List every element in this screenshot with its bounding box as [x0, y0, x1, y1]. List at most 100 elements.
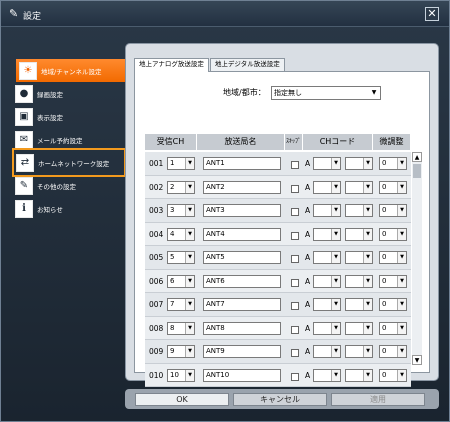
- fine-tune-select[interactable]: 0 ▼: [379, 298, 407, 311]
- vertical-scrollbar[interactable]: ▲ ▼: [412, 152, 422, 365]
- skip-checkbox[interactable]: [291, 184, 299, 193]
- ch-code-select-2[interactable]: ▼: [345, 180, 373, 194]
- receive-ch-select[interactable]: 6 ▼: [167, 274, 195, 288]
- receive-ch-select[interactable]: 5 ▼: [167, 251, 195, 264]
- ch-code-select-1[interactable]: ▼: [313, 298, 341, 311]
- ch-code-select-2[interactable]: ▼: [345, 157, 373, 170]
- chevron-down-icon: ▼: [363, 228, 372, 240]
- col-header-ch-code: CHコード: [303, 134, 373, 150]
- fine-tune-select[interactable]: 0 ▼: [379, 321, 407, 335]
- sidebar-item-other[interactable]: ✎ その他の設定: [15, 174, 115, 197]
- chevron-down-icon: ▼: [331, 252, 340, 263]
- receive-ch-select[interactable]: 7 ▼: [167, 298, 195, 311]
- station-name-input[interactable]: ANT9: [203, 345, 281, 358]
- tab-analog[interactable]: 地上アナログ放送設定: [134, 58, 209, 72]
- ch-code-prefix: A: [305, 347, 311, 356]
- ch-code-select-1[interactable]: ▼: [313, 345, 341, 358]
- fine-tune-select[interactable]: 0 ▼: [379, 251, 407, 264]
- tab-digital[interactable]: 地上デジタル放送設定: [209, 58, 285, 71]
- fine-tune-value: 0: [382, 159, 387, 167]
- receive-ch-select[interactable]: 10 ▼: [167, 368, 195, 382]
- fine-tune-select[interactable]: 0 ▼: [379, 157, 407, 170]
- chevron-down-icon: ▼: [397, 228, 406, 240]
- receive-ch-value: 4: [170, 229, 175, 238]
- region-select[interactable]: 指定無し ▼: [271, 86, 381, 100]
- sidebar-item-home-network[interactable]: ⇄ ホームネットワーク設定: [12, 148, 126, 177]
- fine-tune-select[interactable]: 0 ▼: [379, 345, 407, 358]
- close-button[interactable]: ✕: [425, 7, 439, 21]
- ch-code-select-1[interactable]: ▼: [313, 180, 341, 194]
- station-name-input[interactable]: ANT10: [203, 368, 281, 382]
- sidebar-item-notice[interactable]: i お知らせ: [15, 197, 115, 220]
- receive-ch-select[interactable]: 8 ▼: [167, 321, 195, 335]
- ch-code-select-2[interactable]: ▼: [345, 298, 373, 311]
- antenna-icon: ☀: [19, 61, 37, 80]
- skip-checkbox[interactable]: [291, 255, 299, 263]
- ch-code-select-2[interactable]: ▼: [345, 204, 373, 217]
- skip-checkbox[interactable]: [291, 231, 299, 240]
- station-name-input[interactable]: ANT6: [203, 274, 281, 288]
- ch-code-select-2[interactable]: ▼: [345, 227, 373, 241]
- ch-code-prefix: A: [305, 300, 311, 309]
- skip-checkbox[interactable]: [291, 325, 299, 334]
- ch-code-select-1[interactable]: ▼: [313, 321, 341, 335]
- scroll-up-icon[interactable]: ▲: [412, 152, 422, 162]
- chevron-down-icon: ▼: [331, 205, 340, 216]
- ch-code-select-1[interactable]: ▼: [313, 251, 341, 264]
- station-name-input[interactable]: ANT4: [203, 227, 281, 241]
- station-name-input[interactable]: ANT5: [203, 251, 281, 264]
- skip-checkbox[interactable]: [291, 278, 299, 287]
- fine-tune-select[interactable]: 0 ▼: [379, 180, 407, 194]
- skip-checkbox[interactable]: [291, 208, 299, 216]
- fine-tune-select[interactable]: 0 ▼: [379, 274, 407, 288]
- receive-ch-value: 8: [170, 323, 175, 332]
- fine-tune-select[interactable]: 0 ▼: [379, 204, 407, 217]
- receive-ch-value: 7: [170, 300, 175, 308]
- cancel-button[interactable]: キャンセル: [233, 392, 327, 406]
- skip-checkbox[interactable]: [291, 372, 299, 381]
- sidebar-item-display[interactable]: ▣ 表示設定: [15, 105, 115, 128]
- ch-code-select-1[interactable]: ▼: [313, 274, 341, 288]
- ch-code-prefix: A: [305, 370, 311, 380]
- scroll-thumb[interactable]: [413, 164, 421, 178]
- receive-ch-select[interactable]: 1 ▼: [167, 157, 195, 170]
- tab-bar: 地上アナログ放送設定 地上デジタル放送設定: [134, 58, 286, 72]
- receive-ch-value: 1: [170, 159, 175, 167]
- row-number: 005: [149, 253, 164, 262]
- ch-code-select-1[interactable]: ▼: [313, 368, 341, 382]
- receive-ch-select[interactable]: 4 ▼: [167, 227, 195, 241]
- station-name-input[interactable]: ANT3: [203, 204, 281, 217]
- ch-code-select-2[interactable]: ▼: [345, 321, 373, 335]
- ch-code-select-1[interactable]: ▼: [313, 227, 341, 241]
- ch-code-select-2[interactable]: ▼: [345, 274, 373, 288]
- skip-checkbox[interactable]: [291, 161, 299, 169]
- ch-code-select-1[interactable]: ▼: [313, 157, 341, 170]
- skip-checkbox[interactable]: [291, 302, 299, 310]
- fine-tune-select[interactable]: 0 ▼: [379, 227, 407, 241]
- scroll-down-icon[interactable]: ▼: [412, 355, 422, 365]
- ch-code-prefix: A: [305, 323, 311, 333]
- sidebar-item-region-channel[interactable]: ☀ 地域/チャンネル設定: [16, 59, 126, 82]
- receive-ch-select[interactable]: 2 ▼: [167, 180, 195, 194]
- fine-tune-value: 0: [382, 206, 387, 214]
- station-name-input[interactable]: ANT1: [203, 157, 281, 170]
- station-name-input[interactable]: ANT2: [203, 180, 281, 194]
- station-name-input[interactable]: ANT8: [203, 321, 281, 335]
- ok-button[interactable]: OK: [135, 392, 229, 406]
- station-name-input[interactable]: ANT7: [203, 298, 281, 311]
- chevron-down-icon: ▼: [331, 369, 340, 381]
- sidebar-item-recording[interactable]: ● 録画設定: [15, 82, 115, 105]
- sidebar-item-mail-reservation[interactable]: ✉ メール予約設定: [15, 128, 115, 151]
- receive-ch-select[interactable]: 3 ▼: [167, 204, 195, 217]
- chevron-down-icon: ▼: [185, 205, 194, 216]
- receive-ch-select[interactable]: 9 ▼: [167, 345, 195, 358]
- ch-code-select-2[interactable]: ▼: [345, 368, 373, 382]
- receive-ch-value: 6: [170, 276, 175, 285]
- ch-code-select-2[interactable]: ▼: [345, 345, 373, 358]
- apply-button[interactable]: 適用: [331, 392, 425, 406]
- row-number: 010: [149, 370, 164, 380]
- ch-code-select-2[interactable]: ▼: [345, 251, 373, 264]
- ch-code-select-1[interactable]: ▼: [313, 204, 341, 217]
- skip-checkbox[interactable]: [291, 349, 299, 357]
- fine-tune-select[interactable]: 0 ▼: [379, 368, 407, 382]
